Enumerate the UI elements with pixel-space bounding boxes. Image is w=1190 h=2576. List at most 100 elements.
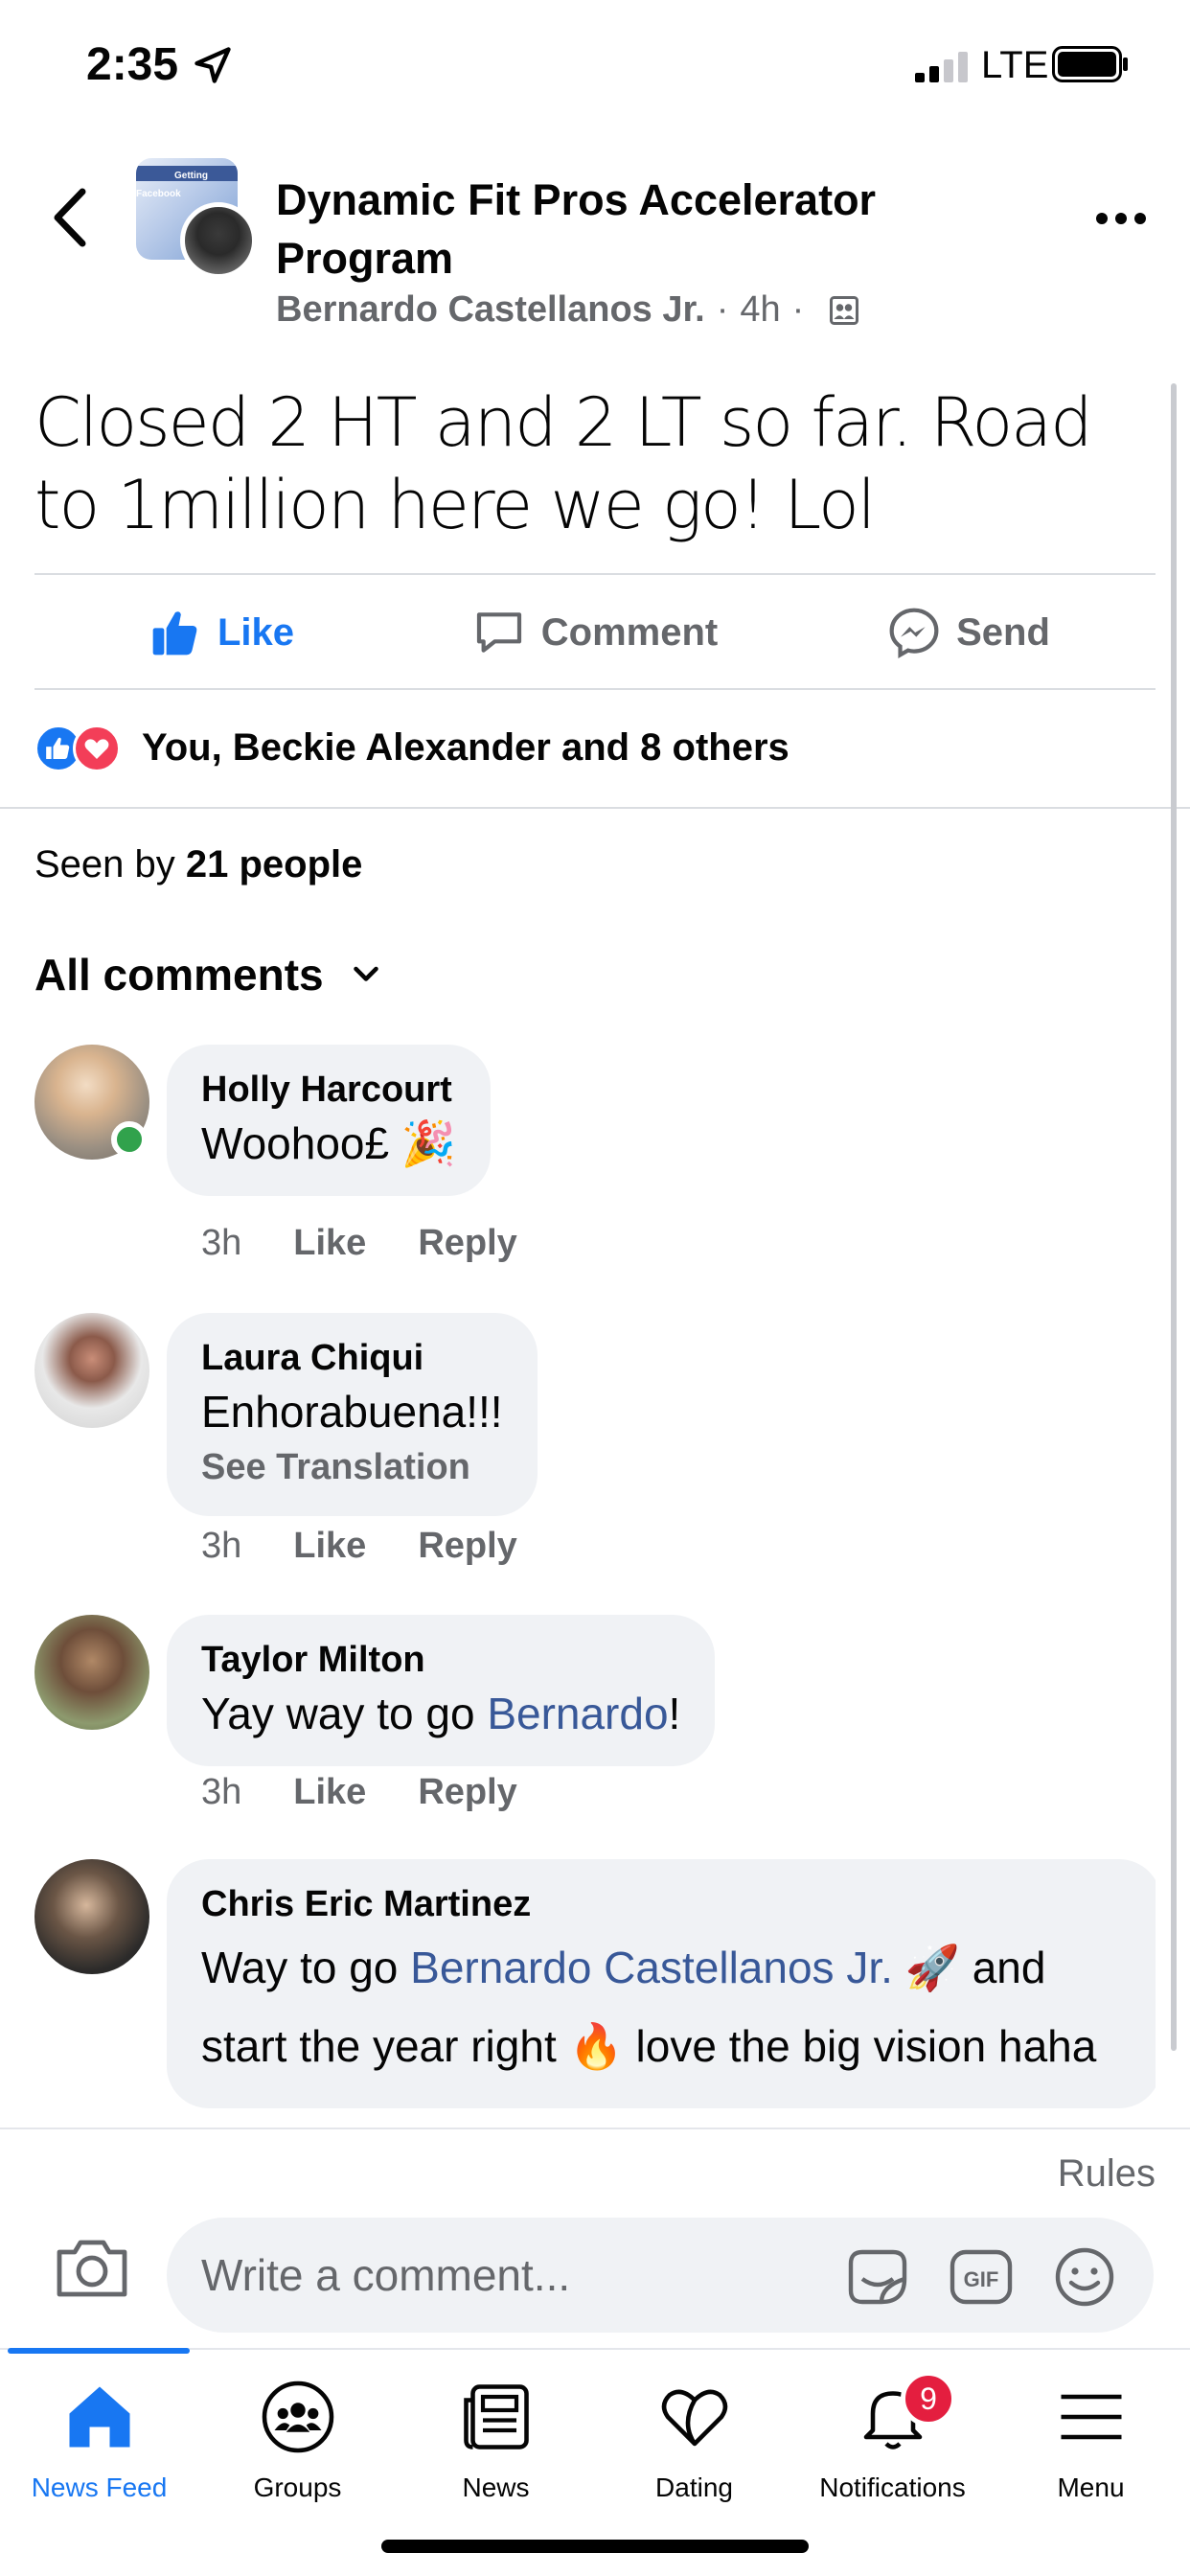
post-author[interactable]: Bernardo Castellanos Jr.	[276, 289, 705, 331]
tab-label: Notifications	[819, 2472, 966, 2502]
emoji-icon[interactable]	[1050, 2244, 1119, 2310]
commenter-name[interactable]: Chris Eric Martinez	[201, 1880, 1133, 1928]
tab-notifications[interactable]: 9 Notifications	[793, 2371, 992, 2503]
tab-news-feed[interactable]: News Feed	[0, 2377, 198, 2503]
active-tab-indicator	[8, 2348, 190, 2354]
camera-icon[interactable]	[54, 2235, 130, 2300]
notification-badge: 9	[901, 2371, 956, 2426]
comment-button[interactable]: Comment	[408, 577, 782, 688]
mention-link[interactable]: Bernardo Castellanos Jr.	[410, 1943, 893, 1992]
network-type: LTE	[981, 44, 1049, 86]
comment-like-button[interactable]: Like	[293, 1526, 366, 1567]
seen-by[interactable]: Seen by 21 people	[34, 843, 362, 886]
thumbs-up-icon	[152, 611, 197, 656]
gif-icon[interactable]: GIF	[947, 2244, 1016, 2310]
commenter-avatar[interactable]	[34, 1313, 149, 1428]
rules-link[interactable]: Rules	[1058, 2152, 1156, 2196]
scrollbar[interactable]	[1171, 383, 1177, 2051]
group-cover-text: Getting Facebook	[136, 171, 208, 199]
groups-icon	[262, 2380, 333, 2453]
comment-reply-button[interactable]: Reply	[418, 1772, 516, 1813]
seen-prefix: Seen by	[34, 843, 186, 886]
comment-item: Chris Eric Martinez Way to go Bernardo C…	[34, 1859, 1156, 2128]
comments-filter-label: All comments	[34, 950, 324, 1000]
mention-link[interactable]: Bernardo	[487, 1689, 668, 1738]
reaction-icons	[34, 721, 130, 774]
tab-groups[interactable]: Groups	[198, 2377, 397, 2503]
comment-reply-button[interactable]: Reply	[418, 1223, 516, 1264]
reactions-text: You, Beckie Alexander and 8 others	[142, 725, 790, 769]
home-icon	[69, 2386, 129, 2448]
comment-time: 3h	[201, 1526, 242, 1566]
back-chevron-icon[interactable]	[46, 184, 94, 251]
send-label: Send	[956, 610, 1050, 654]
divider	[34, 688, 1156, 690]
group-name[interactable]: Dynamic Fit Pros Accelerator Program	[276, 171, 966, 288]
comment-text: Yay way to go Bernardo!	[201, 1684, 680, 1743]
tab-news[interactable]: News	[397, 2377, 595, 2503]
meta-separator: ·	[716, 289, 729, 330]
divider	[34, 573, 1156, 575]
tab-label: Groups	[253, 2472, 342, 2502]
messenger-icon	[889, 608, 939, 658]
post-time[interactable]: 4h	[740, 289, 780, 331]
sticker-icon[interactable]	[843, 2244, 912, 2310]
tab-menu[interactable]: Menu	[992, 2377, 1190, 2503]
commenter-name[interactable]: Holly Harcourt	[201, 1066, 456, 1114]
comment-like-button[interactable]: Like	[293, 1772, 366, 1813]
commenter-name[interactable]: Taylor Milton	[201, 1636, 680, 1684]
comment-like-button[interactable]: Like	[293, 1223, 366, 1264]
commenter-avatar[interactable]	[34, 1859, 149, 1974]
tab-label: News Feed	[31, 2472, 168, 2502]
comment-bubble[interactable]: Holly Harcourt Woohoo£ 🎉	[167, 1045, 492, 1196]
meta-separator: ·	[791, 289, 805, 330]
dating-icon	[661, 2389, 727, 2447]
signal-strength-icon	[915, 52, 968, 82]
comment-composer: Rules GIF	[0, 2128, 1190, 2348]
comment-actions: 3h Like Reply	[201, 1526, 517, 1567]
online-status-indicator	[111, 1121, 148, 1158]
comment-text-before: Yay way to go	[201, 1689, 488, 1738]
love-reaction-icon	[73, 724, 121, 772]
more-options-icon[interactable]	[1094, 209, 1148, 228]
menu-icon	[1061, 2394, 1121, 2440]
post-actions: Like Comment Send	[34, 577, 1156, 688]
comment-bubble-icon	[476, 612, 521, 653]
location-arrow-icon	[195, 47, 231, 83]
send-button[interactable]: Send	[782, 577, 1156, 688]
see-translation-link[interactable]: See Translation	[201, 1441, 503, 1493]
comment-time: 3h	[201, 1223, 242, 1263]
status-bar: 2:35 LTE	[0, 0, 1190, 134]
group-avatar[interactable]: Getting Facebook	[136, 158, 257, 279]
tab-dating[interactable]: Dating	[595, 2377, 793, 2503]
commenter-avatar[interactable]	[34, 1615, 149, 1730]
divider	[0, 807, 1190, 809]
tab-label: Dating	[655, 2472, 733, 2502]
comments-filter-dropdown[interactable]: All comments	[34, 949, 383, 1000]
comment-bubble[interactable]: Taylor Milton Yay way to go Bernardo!	[167, 1615, 716, 1766]
comment-label: Comment	[540, 610, 719, 654]
comment-bubble[interactable]: Laura Chiqui Enhorabuena!!! See Translat…	[167, 1313, 538, 1516]
comment-bubble[interactable]: Chris Eric Martinez Way to go Bernardo C…	[167, 1859, 1156, 2108]
comment-reply-button[interactable]: Reply	[418, 1526, 516, 1567]
comment-text-after: !	[668, 1689, 681, 1738]
comment-text: Enhorabuena!!!	[201, 1387, 503, 1437]
svg-text:GIF: GIF	[964, 2267, 999, 2291]
tab-label: News	[462, 2472, 530, 2502]
post-meta: Bernardo Castellanos Jr. · 4h ·	[276, 289, 861, 331]
post-text: Closed 2 HT and 2 LT so far. Road to 1mi…	[34, 383, 1093, 544]
like-button[interactable]: Like	[34, 577, 408, 688]
home-indicator	[381, 2540, 809, 2553]
like-label: Like	[217, 610, 295, 654]
commenter-name[interactable]: Laura Chiqui	[201, 1334, 503, 1382]
comment-actions: 3h Like Reply	[201, 1223, 517, 1264]
seen-count: 21 people	[185, 843, 363, 886]
comment-text: Woohoo£ 🎉	[201, 1118, 457, 1168]
news-icon	[463, 2384, 529, 2450]
comment-actions: 3h Like Reply	[201, 1772, 517, 1813]
chevron-down-icon	[353, 966, 378, 981]
reactions-summary[interactable]: You, Beckie Alexander and 8 others	[34, 721, 790, 774]
group-audience-icon	[830, 295, 859, 325]
battery-icon	[1052, 46, 1128, 82]
tab-label: Menu	[1057, 2472, 1125, 2502]
